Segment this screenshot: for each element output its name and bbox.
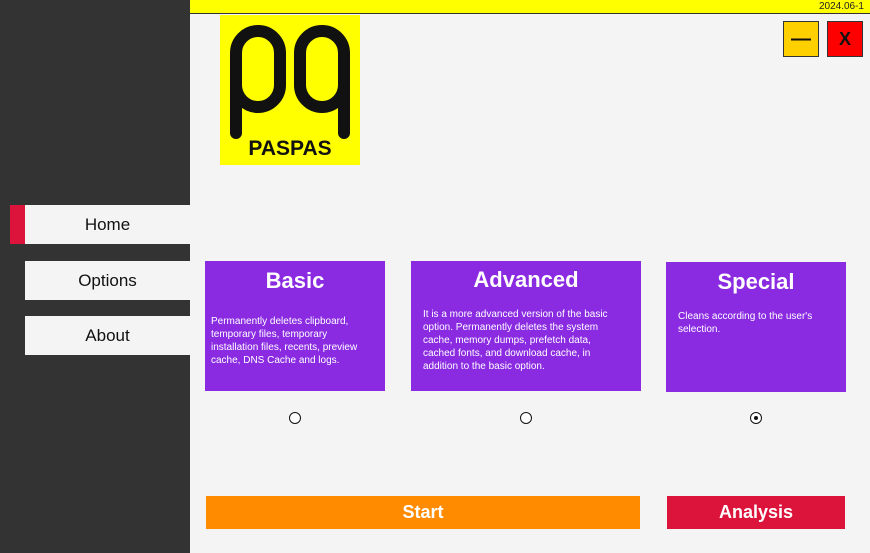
minimize-button[interactable]: — xyxy=(783,21,819,57)
radio-basic[interactable] xyxy=(289,412,301,424)
card-basic[interactable]: Basic Permanently deletes clipboard, tem… xyxy=(205,261,385,391)
card-description: It is a more advanced version of the bas… xyxy=(423,309,608,372)
analysis-label: Analysis xyxy=(718,502,794,522)
card-title: Special xyxy=(717,269,795,294)
start-label: Start xyxy=(402,502,444,522)
card-title: Advanced xyxy=(473,267,579,292)
nav-item-label: Home xyxy=(84,214,131,234)
nav-item-options[interactable]: Options xyxy=(25,261,190,300)
close-icon: X xyxy=(838,28,851,49)
card-special[interactable]: Special Cleans according to the user's s… xyxy=(666,262,846,392)
nav-item-about[interactable]: About xyxy=(25,316,190,355)
card-description: Permanently deletes clipboard, temporary… xyxy=(211,316,358,366)
close-button[interactable]: X xyxy=(827,21,863,57)
analysis-button[interactable]: Analysis xyxy=(667,496,845,529)
nav-item-label: Options xyxy=(78,270,137,290)
radio-advanced[interactable] xyxy=(520,412,532,424)
start-button[interactable]: Start xyxy=(206,496,640,529)
card-advanced[interactable]: Advanced It is a more advanced version o… xyxy=(411,261,641,391)
card-description: Cleans according to the user's selection… xyxy=(678,311,813,335)
card-title: Basic xyxy=(265,268,325,293)
minimize-icon: — xyxy=(791,27,811,50)
nav-item-label: About xyxy=(85,325,130,345)
logo-text: PASPAS xyxy=(248,137,332,160)
version-label: 2024.06-1 xyxy=(818,1,864,12)
radio-dot xyxy=(754,416,758,420)
radio-special[interactable] xyxy=(750,412,762,424)
nav-item-home[interactable]: Home xyxy=(10,205,190,244)
active-indicator xyxy=(10,205,25,244)
title-bar: 2024.06-1 xyxy=(190,0,870,14)
app-logo: PASPAS xyxy=(220,15,360,165)
logo-mark-icon xyxy=(230,25,350,139)
